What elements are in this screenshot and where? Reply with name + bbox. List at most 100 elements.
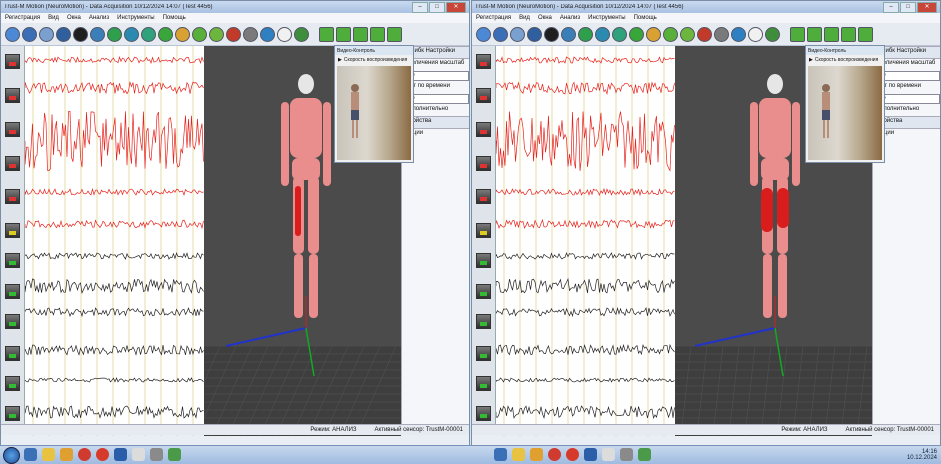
step-field[interactable]: 25 — [405, 94, 469, 104]
minimize-button[interactable]: – — [883, 1, 899, 13]
channel-button[interactable] — [5, 406, 20, 421]
app-icon[interactable] — [150, 448, 163, 461]
channel-button[interactable] — [5, 346, 20, 361]
speed-label[interactable]: Скорость воспроизведения — [815, 57, 878, 63]
skeleton-icon[interactable] — [243, 26, 258, 42]
channel-3-icon[interactable] — [353, 26, 368, 42]
zoom-field[interactable]: 25 — [876, 71, 940, 81]
trust-m-icon[interactable] — [168, 448, 181, 461]
play-icon[interactable]: ▶ — [809, 57, 813, 63]
menu-item-registration[interactable]: Регистрация — [5, 15, 40, 21]
pause-icon[interactable] — [612, 26, 627, 42]
muscle-icon[interactable] — [226, 26, 241, 42]
media-icon[interactable] — [530, 448, 543, 461]
channel-button[interactable] — [5, 253, 20, 268]
channel-button[interactable] — [5, 223, 20, 238]
menu-item-tools[interactable]: Инструменты — [588, 15, 625, 21]
menu-item-view[interactable]: Вид — [48, 15, 59, 21]
muscle-icon[interactable] — [697, 26, 712, 42]
video-window[interactable]: Видео-Контроль ▶ Скорость воспроизведени… — [334, 45, 414, 163]
document-icon[interactable] — [602, 448, 615, 461]
emg-icon[interactable] — [680, 26, 695, 42]
explorer-icon[interactable] — [494, 448, 507, 461]
save-icon[interactable] — [510, 26, 525, 42]
menu-item-tools[interactable]: Инструменты — [117, 15, 154, 21]
channel-5-icon[interactable] — [387, 26, 402, 42]
title-bar[interactable]: Trust-M Motion (NeuroMotion) - Data Acqu… — [472, 1, 940, 13]
channel-button[interactable] — [5, 189, 20, 204]
channel-button[interactable] — [5, 314, 20, 329]
menu-item-analysis[interactable]: Анализ — [89, 15, 109, 21]
channel-button[interactable] — [5, 88, 20, 103]
system-clock[interactable]: 14:16 10.12.2024 — [907, 449, 937, 461]
export-icon[interactable] — [765, 26, 780, 42]
play-icon[interactable]: ▶ — [338, 57, 342, 63]
analysis-icon[interactable] — [192, 26, 207, 42]
app-icon[interactable] — [620, 448, 633, 461]
channel-button[interactable] — [476, 284, 491, 299]
channel-5-icon[interactable] — [858, 26, 873, 42]
stop-icon[interactable] — [595, 26, 610, 42]
speed-label[interactable]: Скорость воспроизведения — [344, 57, 407, 63]
channel-button[interactable] — [5, 156, 20, 171]
maximize-button[interactable]: □ — [429, 1, 445, 13]
channel-4-icon[interactable] — [370, 26, 385, 42]
analysis-icon[interactable] — [663, 26, 678, 42]
filter-icon[interactable] — [646, 26, 661, 42]
start-button[interactable] — [3, 447, 20, 464]
channel-button[interactable] — [5, 376, 20, 391]
menu-item-view[interactable]: Вид — [519, 15, 530, 21]
opera-icon[interactable] — [566, 448, 579, 461]
channel-button[interactable] — [476, 376, 491, 391]
channel-button[interactable] — [476, 189, 491, 204]
channel-2-icon[interactable] — [807, 26, 822, 42]
word-icon[interactable] — [584, 448, 597, 461]
play-icon[interactable] — [107, 26, 122, 42]
signal-chart[interactable] — [496, 46, 675, 436]
channel-button[interactable] — [476, 54, 491, 69]
chrome-icon[interactable] — [78, 448, 91, 461]
pause-icon[interactable] — [141, 26, 156, 42]
document-icon[interactable] — [132, 448, 145, 461]
channel-button[interactable] — [476, 88, 491, 103]
title-bar[interactable]: Trust-M Motion (NeuroMotion) - Data Acqu… — [1, 1, 469, 13]
folder-icon[interactable] — [42, 448, 55, 461]
chrome-icon[interactable] — [548, 448, 561, 461]
record-icon[interactable] — [73, 26, 88, 42]
channel-button[interactable] — [5, 284, 20, 299]
close-button[interactable]: ✕ — [446, 1, 466, 13]
skeleton-icon[interactable] — [714, 26, 729, 42]
media-icon[interactable] — [60, 448, 73, 461]
menu-item-help[interactable]: Помощь — [634, 15, 657, 21]
channel-button[interactable] — [476, 156, 491, 171]
signal-chart[interactable] — [25, 46, 204, 436]
channel-button[interactable] — [476, 223, 491, 238]
menu-item-windows[interactable]: Окна — [538, 15, 552, 21]
channel-button[interactable] — [5, 54, 20, 69]
stop-icon[interactable] — [124, 26, 139, 42]
marker-icon[interactable] — [158, 26, 173, 42]
channel-4-icon[interactable] — [841, 26, 856, 42]
emg-icon[interactable] — [209, 26, 224, 42]
open-icon[interactable] — [22, 26, 37, 42]
menu-item-help[interactable]: Помощь — [163, 15, 186, 21]
zoom-field[interactable]: 25 — [405, 71, 469, 81]
channel-button[interactable] — [476, 406, 491, 421]
marker-icon[interactable] — [629, 26, 644, 42]
chart-icon[interactable] — [731, 26, 746, 42]
minimize-button[interactable]: – — [412, 1, 428, 13]
new-icon[interactable] — [5, 26, 20, 42]
video-window[interactable]: Видео-Контроль ▶ Скорость воспроизведени… — [805, 45, 885, 163]
opera-icon[interactable] — [96, 448, 109, 461]
list-icon[interactable] — [277, 26, 292, 42]
print-icon[interactable] — [56, 26, 71, 42]
channel-1-icon[interactable] — [319, 26, 334, 42]
channel-button[interactable] — [476, 122, 491, 137]
print-icon[interactable] — [527, 26, 542, 42]
sensor-icon[interactable] — [90, 26, 105, 42]
export-icon[interactable] — [294, 26, 309, 42]
channel-button[interactable] — [476, 253, 491, 268]
sensor-icon[interactable] — [561, 26, 576, 42]
save-icon[interactable] — [39, 26, 54, 42]
channel-button[interactable] — [476, 314, 491, 329]
